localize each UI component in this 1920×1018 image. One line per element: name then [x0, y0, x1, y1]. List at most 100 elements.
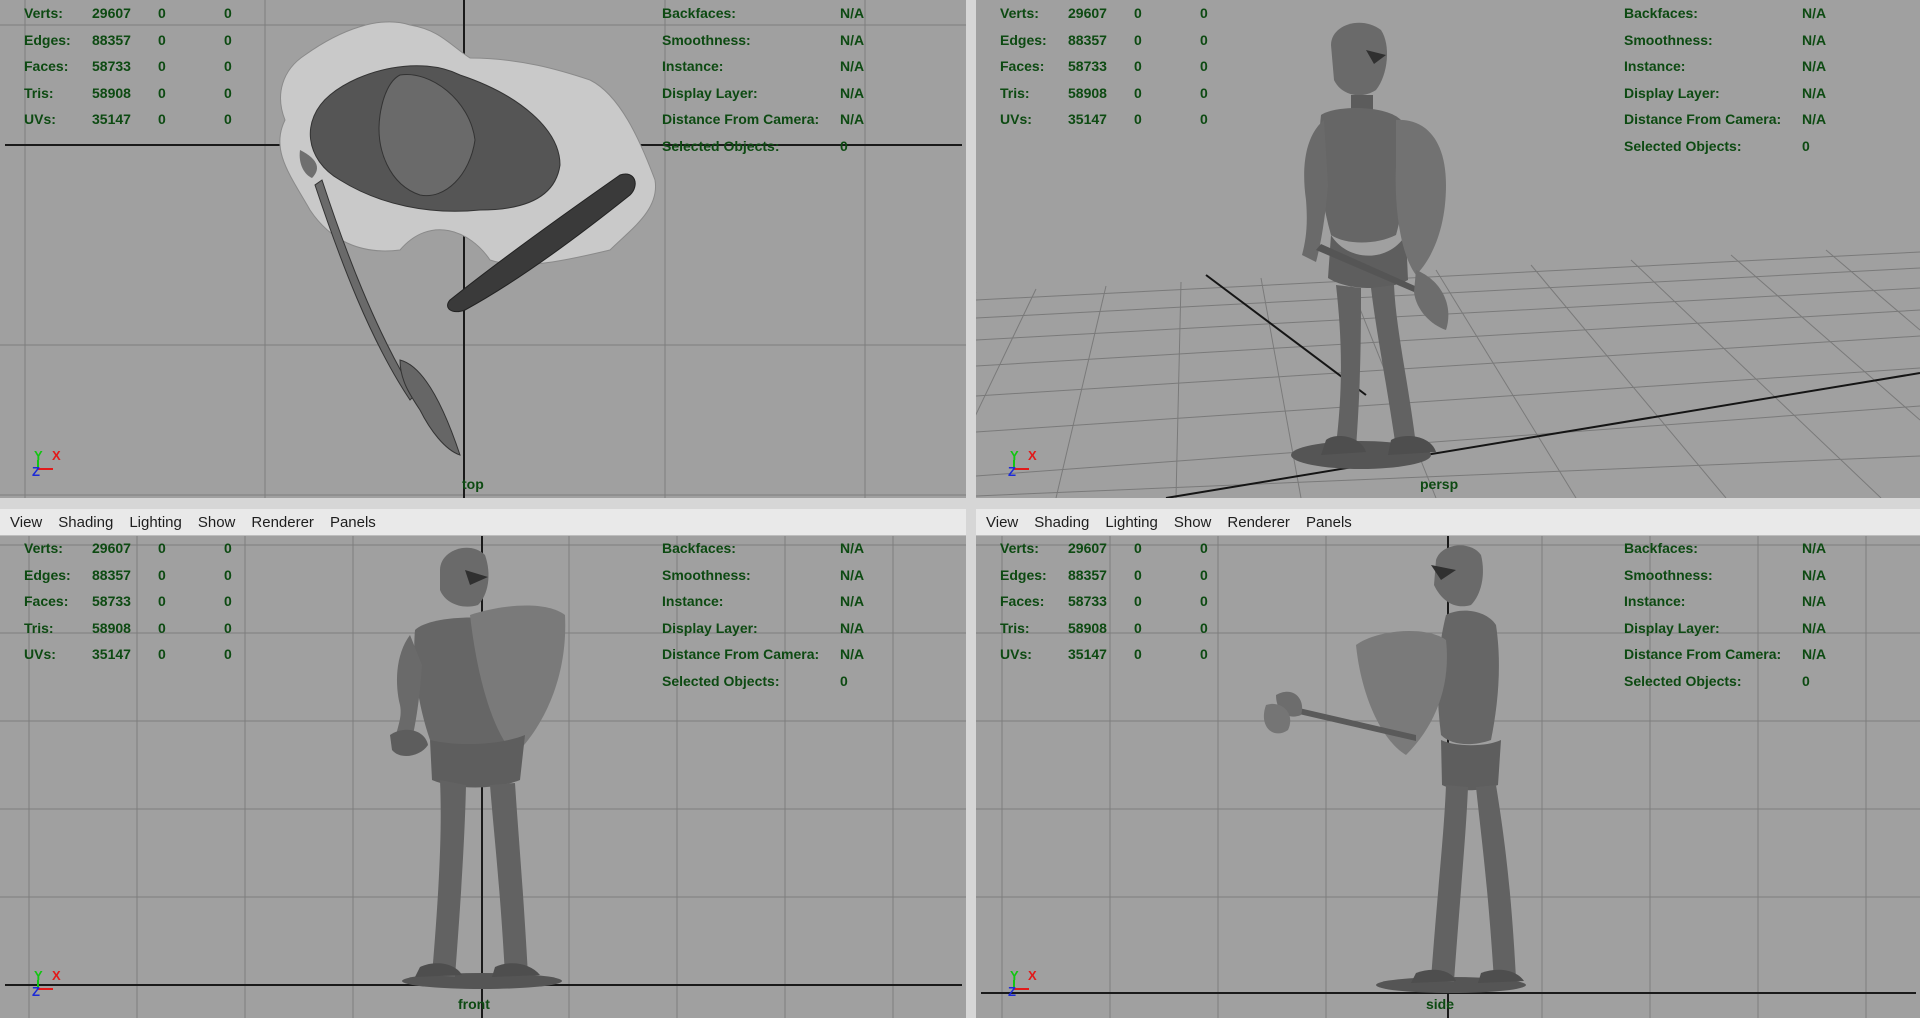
hud-label: Faces: — [1000, 593, 1045, 609]
menu-panels[interactable]: Panels — [1298, 514, 1360, 531]
hud-label: Selected Objects: — [1624, 672, 1742, 689]
hud-label: Verts: — [1000, 540, 1039, 556]
hud-value: N/A — [1802, 31, 1827, 48]
viewport-stage[interactable]: Verts: 29607 0 0 Edges: 88357 0 0 Faces: 58733 0… — [0, 535, 966, 1018]
hud-value: N/A — [840, 5, 865, 21]
menu-show[interactable]: Show — [190, 514, 244, 531]
hud-value: 0 — [158, 646, 166, 662]
hud-value: 0 — [1200, 31, 1208, 48]
viewport-persp[interactable]: Verts: 29607 0 0 Edges: 88357 0 0 Faces: 58733 0… — [976, 0, 1920, 498]
hud-value: 0 — [1134, 566, 1142, 583]
hud-value: 88357 — [1068, 31, 1107, 48]
hud-value: 0 — [158, 566, 166, 583]
hud-label: Edges: — [24, 31, 71, 48]
hud-label: Selected Objects: — [662, 672, 780, 689]
hud-label: Backfaces: — [662, 540, 736, 556]
hud-value: 0 — [1200, 111, 1208, 127]
hud-value: 0 — [158, 31, 166, 48]
viewport-top[interactable]: Verts: 29607 0 0 Edges: 88357 0 0 Faces: 58733 0… — [0, 0, 966, 498]
hud-value: 0 — [1134, 540, 1142, 556]
hud-value: 0 — [224, 540, 232, 556]
hud-object-details: Backfaces: N/A Smoothness: N/A Instance: N/… — [662, 0, 880, 159]
hud-value: 0 — [1134, 5, 1142, 21]
hud-value: 58908 — [92, 84, 131, 101]
menu-shading[interactable]: Shading — [50, 514, 121, 531]
hud-value: 58908 — [1068, 84, 1107, 101]
axis-gizmo: Y X Z — [30, 968, 70, 1008]
menu-lighting[interactable]: Lighting — [1097, 514, 1166, 531]
axis-x-label: X — [52, 448, 61, 463]
hud-label: Distance From Camera: — [662, 111, 820, 127]
hud-value: N/A — [840, 31, 865, 48]
hud-value: 35147 — [92, 111, 131, 127]
menu-view[interactable]: View — [0, 514, 50, 531]
hud-poly-count: Verts: 29607 0 0 Edges: 88357 0 0 Faces: 58733 0… — [1000, 535, 1230, 668]
hud-value: 35147 — [92, 646, 131, 662]
hud-value: N/A — [840, 646, 865, 662]
axis-gizmo: Y X Z — [30, 448, 70, 488]
hud-value: 58908 — [1068, 619, 1107, 636]
menu-renderer[interactable]: Renderer — [243, 514, 322, 531]
panel-menubar: View Shading Lighting Show Renderer Pane… — [976, 509, 1920, 536]
hud-label: Smoothness: — [662, 566, 751, 583]
hud-value: 58733 — [92, 58, 131, 74]
axis-y-label: Y — [34, 968, 43, 983]
hud-value: 58908 — [92, 619, 131, 636]
hud-label: UVs: — [1000, 111, 1032, 127]
viewport-side[interactable]: View Shading Lighting Show Renderer Pane… — [976, 509, 1920, 1018]
hud-label: Edges: — [24, 566, 71, 583]
hud-label: Display Layer: — [662, 619, 758, 636]
hud-value: 0 — [158, 58, 166, 74]
hud-label: Instance: — [662, 593, 724, 609]
menu-panels[interactable]: Panels — [322, 514, 384, 531]
viewport-stage[interactable]: Verts: 29607 0 0 Edges: 88357 0 0 Faces: 58733 0… — [976, 0, 1920, 498]
hud-label: UVs: — [24, 646, 56, 662]
hud-value: 0 — [1802, 672, 1810, 689]
hud-label: Tris: — [24, 619, 54, 636]
hud-label: Tris: — [1000, 84, 1030, 101]
hud-value: 29607 — [92, 540, 131, 556]
hud-value: 0 — [1200, 566, 1208, 583]
hud-value: N/A — [840, 593, 865, 609]
menu-lighting[interactable]: Lighting — [121, 514, 190, 531]
hud-value: 58733 — [92, 593, 131, 609]
menu-shading[interactable]: Shading — [1026, 514, 1097, 531]
viewport-front[interactable]: View Shading Lighting Show Renderer Pane… — [0, 509, 966, 1018]
hud-label: Faces: — [24, 593, 69, 609]
hud-value: N/A — [840, 540, 865, 556]
hud-value: 0 — [224, 84, 232, 101]
axis-y-label: Y — [1010, 968, 1019, 983]
viewport-stage[interactable]: Verts: 29607 0 0 Edges: 88357 0 0 Faces: 58733 0… — [0, 0, 966, 498]
hud-label: Instance: — [1624, 593, 1686, 609]
hud-value: 0 — [1802, 137, 1810, 154]
hud-label: Verts: — [24, 540, 63, 556]
hud-poly-count: Verts: 29607 0 0 Edges: 88357 0 0 Faces: 58733 0… — [1000, 0, 1230, 133]
hud-value: 58733 — [1068, 58, 1107, 74]
hud-label: Edges: — [1000, 566, 1047, 583]
viewport-stage[interactable]: Verts: 29607 0 0 Edges: 88357 0 0 Faces: 58733 0… — [976, 535, 1920, 1018]
hud-value: 35147 — [1068, 111, 1107, 127]
hud-label: Backfaces: — [1624, 5, 1698, 21]
hud-label: Selected Objects: — [662, 137, 780, 154]
hud-value: 0 — [158, 619, 166, 636]
hud-label: Verts: — [1000, 5, 1039, 21]
menu-view[interactable]: View — [976, 514, 1026, 531]
hud-value: 0 — [1134, 31, 1142, 48]
axis-z-label: Z — [32, 984, 40, 999]
menu-renderer[interactable]: Renderer — [1219, 514, 1298, 531]
hud-label: Display Layer: — [662, 84, 758, 101]
axis-y-label: Y — [1010, 448, 1019, 463]
menu-show[interactable]: Show — [1166, 514, 1220, 531]
hud-label: Faces: — [24, 58, 69, 74]
camera-label: top — [462, 476, 484, 492]
camera-label: front — [458, 996, 490, 1012]
hud-value: N/A — [1802, 84, 1827, 101]
hud-value: 0 — [224, 593, 232, 609]
hud-value: 0 — [1200, 540, 1208, 556]
hud-value: 0 — [1134, 111, 1142, 127]
hud-label: UVs: — [1000, 646, 1032, 662]
hud-value: 0 — [158, 593, 166, 609]
hud-value: 0 — [1200, 646, 1208, 662]
hud-poly-count: Verts: 29607 0 0 Edges: 88357 0 0 Faces: 58733 0… — [24, 0, 254, 133]
hud-label: Distance From Camera: — [662, 646, 820, 662]
